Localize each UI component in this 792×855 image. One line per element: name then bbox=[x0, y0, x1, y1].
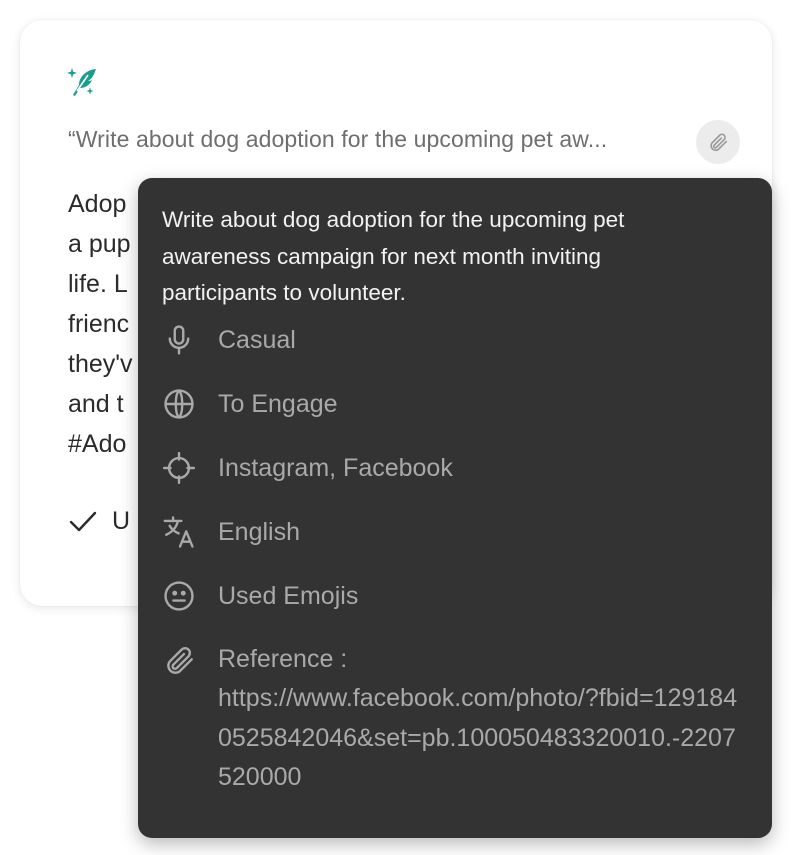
detail-label: English bbox=[218, 517, 300, 546]
used-details-toggle[interactable]: U bbox=[68, 507, 130, 536]
paperclip-icon bbox=[710, 133, 728, 152]
tooltip-prompt-text: Write about dog adoption for the upcomin… bbox=[162, 207, 625, 305]
sparkle-quill-icon bbox=[66, 65, 100, 99]
detail-label: Casual bbox=[218, 325, 296, 354]
reference-url[interactable]: https://www.facebook.com/photo/?fbid=129… bbox=[218, 684, 737, 791]
detail-language: English bbox=[162, 514, 748, 550]
paperclip-icon bbox=[162, 642, 202, 678]
crosshair-icon bbox=[162, 450, 202, 486]
detail-emojis: Used Emojis bbox=[162, 578, 748, 614]
detail-label: Used Emojis bbox=[218, 581, 359, 610]
prompt-details-tooltip: Write about dog adoption for the upcomin… bbox=[138, 178, 772, 838]
detail-label: To Engage bbox=[218, 389, 338, 418]
prompt-summary: “Write about dog adoption for the upcomi… bbox=[68, 126, 608, 152]
attachment-button[interactable] bbox=[696, 120, 740, 164]
smiley-icon bbox=[162, 578, 202, 614]
translate-icon bbox=[162, 514, 202, 550]
reference-prefix: Reference : bbox=[218, 644, 348, 673]
detail-tone: Casual bbox=[162, 322, 748, 358]
check-icon bbox=[69, 511, 97, 531]
detail-label: Instagram, Facebook bbox=[218, 453, 453, 482]
detail-platforms: Instagram, Facebook bbox=[162, 450, 748, 486]
detail-reference: Reference : https://www.facebook.com/pho… bbox=[162, 642, 748, 798]
detail-goal: To Engage bbox=[162, 386, 748, 422]
reference-text: Reference : https://www.facebook.com/pho… bbox=[218, 640, 748, 798]
globe-icon bbox=[162, 386, 202, 422]
stage: “Write about dog adoption for the upcomi… bbox=[0, 0, 792, 855]
used-label: U bbox=[112, 507, 131, 535]
microphone-icon bbox=[162, 322, 202, 358]
